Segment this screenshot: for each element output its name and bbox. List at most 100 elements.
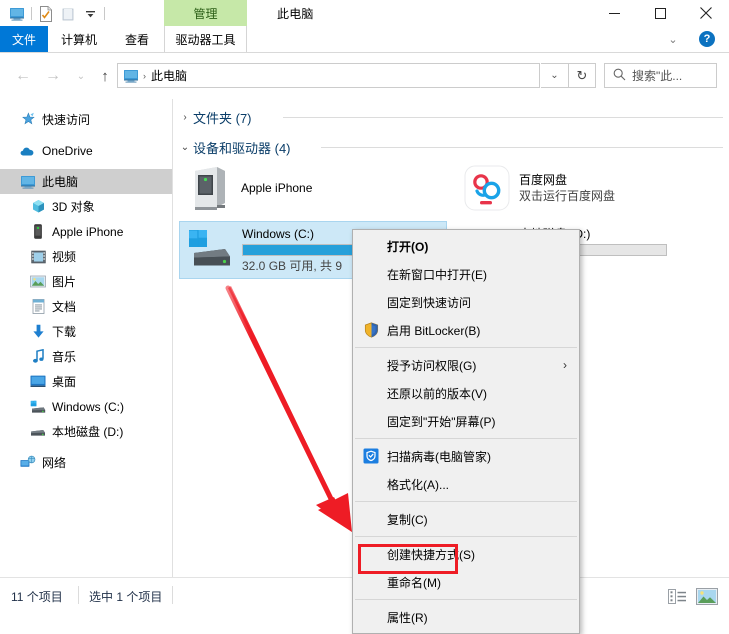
empty-icon-slot [357,383,385,403]
status-selection: 选中 1 个项目 [89,590,163,604]
context-menu-item-format[interactable]: 格式化(A)... [353,470,579,498]
tab-drive-tools[interactable]: 驱动器工具 [164,26,247,52]
status-separator [172,586,173,604]
breadcrumb-item-this-pc[interactable]: 此电脑 [151,67,187,84]
address-dropdown-button[interactable]: ⌄ [541,63,569,88]
this-pc-icon[interactable] [6,4,28,23]
sidebar-item-desktop[interactable]: 桌面 [0,369,172,394]
sidebar-item-music[interactable]: 音乐 [0,344,172,369]
empty-icon-slot [357,509,385,529]
context-menu-item-open-new-window[interactable]: 在新窗口中打开(E) [353,260,579,288]
onedrive-cloud-icon [20,143,36,159]
context-menu-separator [355,501,577,502]
context-menu-item-label: 在新窗口中打开(E) [387,267,487,282]
group-header-devices[interactable]: ⌄ 设备和驱动器 (4) [177,138,291,157]
maximize-button[interactable] [637,0,683,26]
minimize-button[interactable] [591,0,637,26]
group-rule [283,117,723,118]
qat-separator-1 [31,7,32,20]
context-menu-item-scan-virus[interactable]: 扫描病毒(电脑管家) [353,442,579,470]
sidebar-item-pictures[interactable]: 图片 [0,269,172,294]
sidebar-item-apple-iphone[interactable]: Apple iPhone [0,219,172,244]
search-input[interactable]: 搜索"此... [632,67,682,84]
forward-button[interactable]: → [42,65,64,87]
sidebar-item-label: 快速访问 [42,113,91,127]
empty-icon-slot [357,411,385,431]
group-rule [321,147,723,148]
tile-name: Windows (C:) [242,227,315,241]
tile-baidu-netdisk[interactable]: 百度网盘 双击运行百度网盘 [457,162,725,214]
window-controls [591,0,729,26]
sidebar-item-label: 桌面 [52,375,77,389]
ribbon-tab-strip: 文件 计算机 查看 驱动器工具 ⌄ ? [0,26,729,52]
close-button[interactable] [683,0,729,26]
context-menu-item-pin-to-start[interactable]: 固定到"开始"屏幕(P) [353,407,579,435]
refresh-button[interactable]: ↻ [569,63,596,88]
chevron-right-icon[interactable]: › [177,112,193,123]
details-view-icon[interactable] [664,586,690,606]
context-menu-item-label: 固定到"开始"屏幕(P) [387,414,496,429]
empty-icon-slot [357,236,385,256]
sidebar-item-label: 此电脑 [42,175,79,189]
back-button[interactable]: ← [12,65,34,87]
properties-icon[interactable] [35,4,57,23]
chevron-right-icon[interactable]: › [563,358,567,372]
tab-computer[interactable]: 计算机 [48,26,110,52]
context-menu-item-enable-bitlocker[interactable]: 启用 BitLocker(B) [353,316,579,344]
context-menu-item-label: 启用 BitLocker(B) [387,323,481,338]
sidebar-item-3d-objects[interactable]: 3D 对象 [0,194,172,219]
context-menu-item-restore-previous-versions[interactable]: 还原以前的版本(V) [353,379,579,407]
properties-highlight-box [358,544,458,574]
quick-access-toolbar [6,4,108,23]
chevron-down-icon[interactable]: ⌄ [663,31,683,47]
sidebar-item-quick-access[interactable]: 快速访问 [0,107,172,132]
context-menu-item-label: 打开(O) [387,239,429,254]
pc-manager-shield-icon [357,446,385,466]
tab-view[interactable]: 查看 [110,26,164,52]
breadcrumb-separator-icon[interactable]: › [143,71,146,81]
context-menu-separator [355,599,577,600]
status-item-count: 11 个项目 [11,590,63,604]
sidebar-item-downloads[interactable]: 下载 [0,319,172,344]
sidebar-item-windows-c[interactable]: Windows (C:) [0,394,172,419]
sidebar-item-documents[interactable]: 文档 [0,294,172,319]
documents-icon [30,299,46,315]
sidebar-item-local-disk-d[interactable]: 本地磁盘 (D:) [0,419,172,444]
sidebar-item-this-pc[interactable]: 此电脑 [0,169,172,194]
search-box[interactable]: 搜索"此... [604,63,717,88]
customize-dropdown-icon[interactable] [79,4,101,23]
tile-subtitle: 双击运行百度网盘 [519,189,616,203]
ribbon-context-label: 管理 [164,0,247,26]
context-menu-item-label: 属性(R) [387,610,428,625]
windows-drive-icon [186,226,234,274]
group-header-folders[interactable]: › 文件夹 (7) [177,108,251,127]
sidebar-item-network[interactable]: 网络 [0,450,172,475]
breadcrumb[interactable]: › 此电脑 [117,63,540,88]
downloads-icon [30,324,46,340]
context-menu-item-properties[interactable]: 属性(R) [353,603,579,631]
up-button[interactable]: ↑ [94,65,116,87]
help-button[interactable]: ? [699,31,715,47]
large-icons-view-icon[interactable] [694,586,720,606]
this-pc-icon [122,68,140,84]
context-menu-separator [355,347,577,348]
context-menu-item-open[interactable]: 打开(O) [353,232,579,260]
context-menu-item-label: 复制(C) [387,512,428,527]
3d-objects-icon [30,199,46,215]
sidebar-item-label: Apple iPhone [52,224,124,239]
new-folder-icon[interactable] [57,4,79,23]
context-menu-item-pin-quick-access[interactable]: 固定到快速访问 [353,288,579,316]
sidebar-item-label: 网络 [42,456,67,470]
empty-icon-slot [357,355,385,375]
sidebar-item-videos[interactable]: 视频 [0,244,172,269]
pictures-icon [30,274,46,290]
sidebar-item-label: 视频 [52,250,77,264]
sidebar-item-onedrive[interactable]: OneDrive [0,138,172,163]
context-menu-item-give-access-to[interactable]: 授予访问权限(G) › [353,351,579,379]
tab-file[interactable]: 文件 [0,26,48,52]
sidebar-item-label: Windows (C:) [52,399,125,414]
chevron-down-icon[interactable]: ⌄ [177,142,193,153]
recent-locations-icon[interactable]: ⌄ [70,65,92,87]
context-menu-item-copy[interactable]: 复制(C) [353,505,579,533]
tile-apple-iphone[interactable]: Apple iPhone [179,162,447,214]
